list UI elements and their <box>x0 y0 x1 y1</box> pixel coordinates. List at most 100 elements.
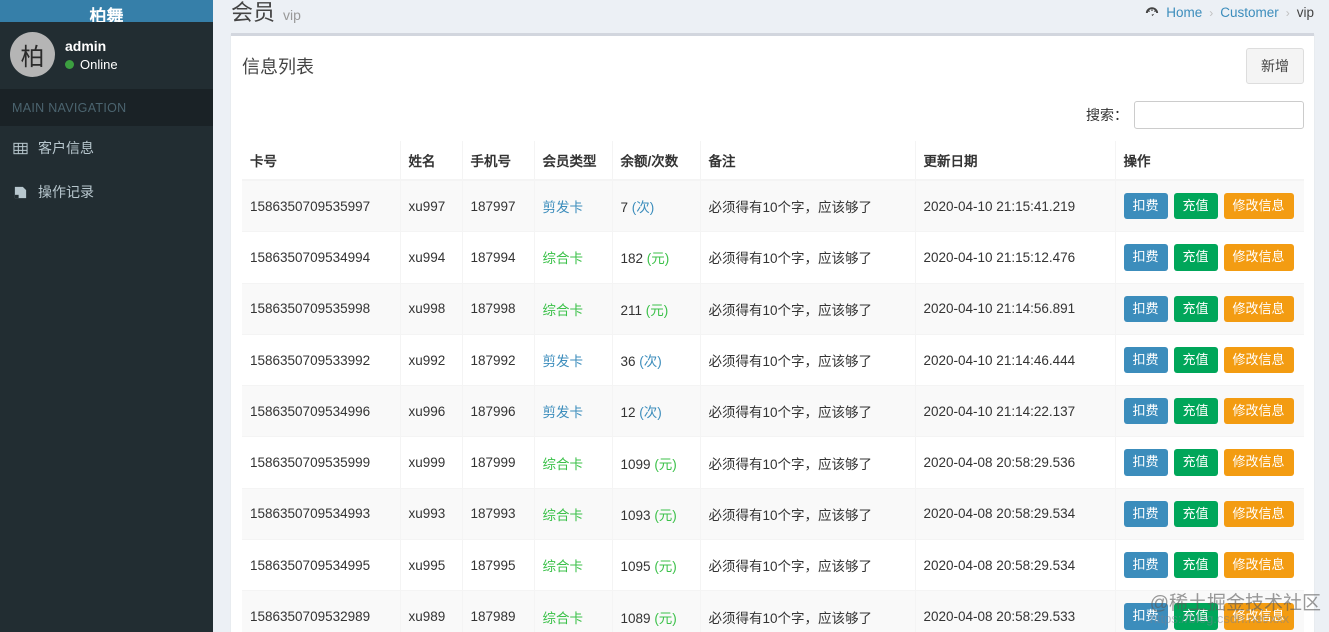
table-grid-icon <box>13 141 28 156</box>
cell-balance: 182 (元) <box>612 231 701 284</box>
table-row: 1586350709532989 xu989 187989 综合卡 1089 (元) 必须… <box>242 590 1304 632</box>
add-button[interactable]: 新增 <box>1246 48 1304 84</box>
sidebar-item-label: 操作记录 <box>38 184 94 200</box>
cell-type: 综合卡 <box>534 590 613 632</box>
search-input[interactable] <box>1134 101 1304 129</box>
deduct-button[interactable]: 扣费 <box>1123 193 1168 220</box>
recharge-button[interactable]: 充值 <box>1173 244 1218 271</box>
deduct-button[interactable]: 扣费 <box>1123 449 1168 476</box>
member-type-label: 综合卡 <box>542 507 584 523</box>
balance-unit: (元) <box>654 507 677 523</box>
deduct-button[interactable]: 扣费 <box>1123 552 1168 579</box>
search-row: 搜索： <box>242 96 1304 141</box>
balance-unit: (元) <box>654 559 677 575</box>
edit-info-button[interactable]: 修改信息 <box>1223 449 1294 476</box>
sidebar-item-operation-log[interactable]: 操作记录 <box>0 170 213 214</box>
table-row: 1586350709534995 xu995 187995 综合卡 1095 (元) 必须… <box>242 539 1304 591</box>
breadcrumb-customer[interactable]: Customer <box>1220 5 1279 20</box>
cell-actions: 扣费 充值 修改信息 <box>1115 436 1304 489</box>
user-status-label: Online <box>80 56 118 72</box>
cell-date: 2020-04-08 20:58:29.534 <box>915 487 1116 540</box>
cell-card: 1586350709534993 <box>242 487 401 540</box>
breadcrumb-separator: › <box>1285 5 1290 20</box>
cell-type: 综合卡 <box>534 282 613 335</box>
cell-type: 综合卡 <box>534 487 613 540</box>
edit-info-button[interactable]: 修改信息 <box>1223 552 1294 579</box>
edit-info-button[interactable]: 修改信息 <box>1223 500 1294 528</box>
deduct-button[interactable]: 扣费 <box>1123 244 1168 271</box>
table-body: 1586350709535997 xu997 187997 剪发卡 7 (次) 必须得有1… <box>242 179 1304 632</box>
deduct-button[interactable]: 扣费 <box>1123 346 1168 374</box>
recharge-button[interactable]: 充值 <box>1173 552 1218 579</box>
recharge-button[interactable]: 充值 <box>1173 193 1218 220</box>
deduct-button[interactable]: 扣费 <box>1123 500 1168 528</box>
user-name: admin <box>65 37 107 54</box>
cell-name: xu997 <box>400 179 463 232</box>
cell-phone: 187996 <box>462 385 535 437</box>
deduct-button[interactable]: 扣费 <box>1123 398 1168 425</box>
cell-date: 2020-04-08 20:58:29.534 <box>915 539 1116 591</box>
edit-info-button[interactable]: 修改信息 <box>1223 398 1294 425</box>
cell-actions: 扣费 充值 修改信息 <box>1115 179 1304 232</box>
recharge-button[interactable]: 充值 <box>1173 500 1218 528</box>
breadcrumb-home[interactable]: Home <box>1166 5 1202 20</box>
member-type-label: 剪发卡 <box>542 200 584 216</box>
table-row: 1586350709534996 xu996 187996 剪发卡 12 (次) 必须得有… <box>242 385 1304 437</box>
balance-unit: (元) <box>654 610 677 626</box>
cell-name: xu994 <box>400 231 463 284</box>
cell-actions: 扣费 充值 修改信息 <box>1115 333 1304 386</box>
app-logo[interactable]: 柏舞 <box>0 0 213 22</box>
cell-card: 1586350709535998 <box>242 282 401 335</box>
balance-unit: (元) <box>646 251 670 267</box>
table-row: 1586350709534993 xu993 187993 综合卡 1093 (元) 必须… <box>242 487 1304 540</box>
balance-value: 12 <box>620 405 636 421</box>
table-row: 1586350709534994 xu994 187994 综合卡 182 (元) 必须得… <box>242 231 1304 284</box>
edit-info-button[interactable]: 修改信息 <box>1223 346 1294 374</box>
balance-value: 1093 <box>620 507 651 523</box>
sidebar-item-customer-info[interactable]: 客户信息 <box>0 126 213 170</box>
column-header-card[interactable]: 卡号 <box>242 141 401 181</box>
column-header-type[interactable]: 会员类型 <box>534 141 613 181</box>
sidebar-item-label: 客户信息 <box>38 140 94 156</box>
column-header-name[interactable]: 姓名 <box>400 141 463 181</box>
edit-info-button[interactable]: 修改信息 <box>1223 603 1294 630</box>
cell-balance: 1099 (元) <box>612 436 701 489</box>
cell-phone: 187998 <box>462 282 535 335</box>
balance-value: 1089 <box>620 610 651 626</box>
column-header-note[interactable]: 备注 <box>700 141 916 181</box>
edit-info-button[interactable]: 修改信息 <box>1223 244 1294 271</box>
cell-date: 2020-04-10 21:14:56.891 <box>915 282 1116 335</box>
cell-name: xu995 <box>400 539 463 591</box>
edit-info-button[interactable]: 修改信息 <box>1223 295 1294 322</box>
cell-balance: 36 (次) <box>612 333 701 386</box>
breadcrumb: Home › Customer › vip <box>1145 5 1314 20</box>
member-table: 卡号 姓名 手机号 会员类型 余额/次数 备注 更新日期 操作 15863507… <box>242 141 1304 632</box>
cell-card: 1586350709533992 <box>242 333 401 386</box>
recharge-button[interactable]: 充值 <box>1173 346 1218 374</box>
recharge-button[interactable]: 充值 <box>1173 449 1218 476</box>
column-header-date[interactable]: 更新日期 <box>915 141 1116 181</box>
recharge-button[interactable]: 充值 <box>1173 398 1218 425</box>
cell-card: 1586350709534994 <box>242 231 401 284</box>
cell-note: 必须得有10个字，应该够了 <box>700 231 916 284</box>
recharge-button[interactable]: 充值 <box>1173 295 1218 322</box>
deduct-button[interactable]: 扣费 <box>1123 603 1168 630</box>
member-type-label: 综合卡 <box>542 302 584 318</box>
cell-note: 必须得有10个字，应该够了 <box>700 539 916 591</box>
cell-actions: 扣费 充值 修改信息 <box>1115 282 1304 335</box>
cell-phone: 187992 <box>462 333 535 386</box>
deduct-button[interactable]: 扣费 <box>1123 295 1168 322</box>
cell-type: 剪发卡 <box>534 385 613 437</box>
edit-info-button[interactable]: 修改信息 <box>1223 193 1294 220</box>
column-header-phone[interactable]: 手机号 <box>462 141 535 181</box>
avatar: 柏 <box>10 32 55 77</box>
cell-type: 综合卡 <box>534 539 613 591</box>
balance-unit: (次) <box>639 405 662 421</box>
column-header-balance[interactable]: 余额/次数 <box>612 141 701 181</box>
cell-phone: 187997 <box>462 179 535 232</box>
cell-balance: 12 (次) <box>612 385 701 437</box>
cell-note: 必须得有10个字，应该够了 <box>700 333 916 386</box>
cell-balance: 1093 (元) <box>612 487 701 540</box>
recharge-button[interactable]: 充值 <box>1173 603 1218 630</box>
cell-card: 1586350709535997 <box>242 179 401 232</box>
